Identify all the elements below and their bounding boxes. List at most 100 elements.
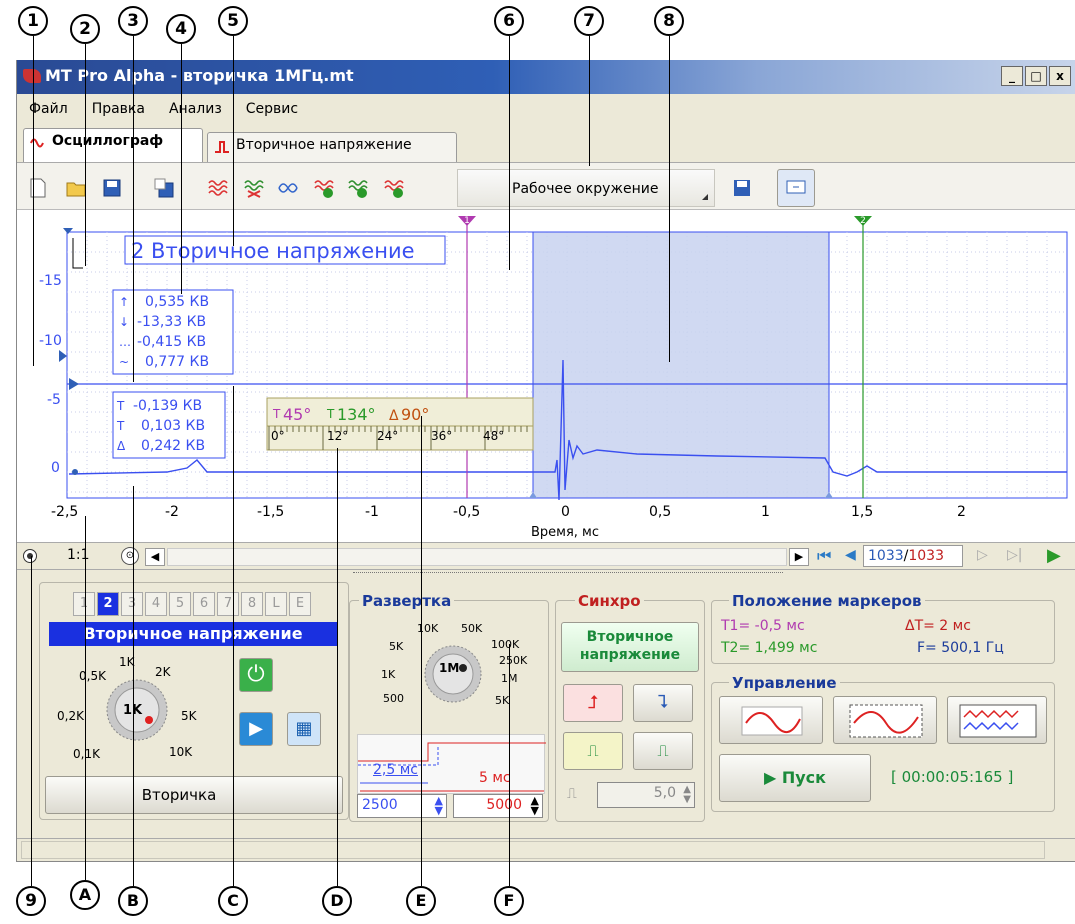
leader-line-3: [133, 36, 134, 382]
channel-tab-7[interactable]: 7: [217, 592, 239, 616]
channels-ok3-icon[interactable]: [383, 177, 405, 199]
app-window: MT Pro Alpha - вторичка 1МГц.mt _ □ x Фа…: [16, 60, 1075, 862]
sweep-value-1: 2500: [362, 797, 398, 813]
sine-wave-icon: [741, 706, 803, 736]
callout-4: 4: [166, 14, 196, 44]
pulse-trigger-icon: ⎍: [657, 741, 669, 760]
channel-tab-8[interactable]: 8: [241, 592, 263, 616]
workspace-dropdown[interactable]: Рабочее окружение: [457, 169, 715, 207]
power-button[interactable]: ⏻: [239, 658, 273, 692]
invert-button[interactable]: ▶: [239, 712, 273, 746]
knob-label: 10K: [169, 745, 193, 759]
channel-tab-4[interactable]: 4: [145, 592, 167, 616]
channel-tab-L[interactable]: L: [265, 592, 287, 616]
prev-frame-icon[interactable]: ◀: [845, 547, 856, 563]
callout-f: F: [494, 886, 524, 916]
lissajous-icon[interactable]: [277, 177, 299, 199]
menu-analysis[interactable]: Анализ: [169, 98, 222, 124]
menu-file[interactable]: Файл: [29, 98, 68, 124]
knob-label: 0,5K: [79, 669, 107, 683]
save-workspace-icon[interactable]: [731, 177, 753, 199]
play-icon[interactable]: ▶: [1047, 545, 1061, 566]
knob-label: 2K: [155, 665, 172, 679]
new-file-icon[interactable]: [27, 177, 49, 199]
run-button[interactable]: ▶ Пуск: [719, 754, 871, 802]
channel-preset-dropdown[interactable]: Вторичка: [45, 776, 343, 814]
single-wave-button[interactable]: [719, 696, 823, 744]
channel-tab-strip: 12345678LE: [73, 592, 311, 616]
spinner-icon[interactable]: ▲ ▼: [683, 785, 691, 805]
plot-canvas[interactable]: 1 2 -15 -10 -5 0 -2,5 -2 -1,5 -1 -0,5 0 …: [17, 210, 1075, 542]
sync-rising-button[interactable]: ⮥: [563, 684, 623, 722]
cursor-value-t2: 0,103 КВ: [141, 418, 205, 434]
next-frame-icon[interactable]: ▷: [977, 547, 988, 563]
leader-line-e: [421, 416, 422, 886]
leader-line-8: [669, 36, 670, 362]
sync-source-label: Вторичное напряжение: [579, 629, 681, 663]
play-icon: ▶: [763, 768, 782, 787]
tab-bar: Осциллограф Вторичное напряжение: [17, 128, 1075, 162]
menu-edit[interactable]: Правка: [92, 98, 145, 124]
x-tick-label: -1,5: [257, 504, 284, 520]
save-icon[interactable]: [101, 177, 123, 199]
tab-oscilloscope[interactable]: Осциллограф: [23, 128, 203, 162]
sync-source-dropdown[interactable]: Вторичное напряжение: [561, 622, 699, 672]
channel-tab-3[interactable]: 3: [121, 592, 143, 616]
sweep-value-1-field[interactable]: 2500 ▲ ▼: [357, 794, 447, 818]
knob-label: 5K: [389, 640, 404, 653]
channel-tab-5[interactable]: 5: [169, 592, 191, 616]
falling-edge-icon: ⮧: [657, 692, 669, 713]
zoom-fit-icon[interactable]: ⊙: [121, 547, 139, 565]
sync-level-field[interactable]: 5,0 ▲ ▼: [597, 782, 695, 808]
tab-oscilloscope-label: Осциллограф: [52, 133, 164, 149]
sync-falling-button[interactable]: ⮧: [633, 684, 693, 722]
scroll-right-icon[interactable]: ▶: [789, 548, 809, 566]
first-frame-icon[interactable]: ⏮: [817, 546, 831, 566]
spinner-icon[interactable]: ▲ ▼: [531, 795, 539, 816]
title-bar: MT Pro Alpha - вторичка 1МГц.mt _ □ x: [17, 60, 1075, 94]
splitter[interactable]: [353, 572, 783, 580]
calculator-icon: ▦: [295, 718, 313, 739]
maximize-button[interactable]: □: [1025, 66, 1047, 86]
minimize-button[interactable]: _: [1001, 66, 1023, 86]
continuous-wave-button[interactable]: [833, 696, 937, 744]
knob-label: 5K: [495, 694, 510, 707]
close-button[interactable]: x: [1049, 66, 1071, 86]
y-tick-label: -5: [47, 392, 61, 408]
save-as-icon[interactable]: [153, 177, 175, 199]
knob-label: 1K: [381, 668, 396, 681]
arrow-right-icon: ▶: [249, 718, 263, 739]
sweep-knob[interactable]: 10K 50K 5K 100K 250K 1K 1M 500 5K 1M: [353, 616, 547, 726]
knob-label: 0,1K: [73, 747, 101, 761]
leader-line-b: [133, 486, 134, 886]
radio-icon[interactable]: [23, 549, 37, 563]
horizontal-scrollbar[interactable]: [167, 548, 787, 566]
scroll-left-icon[interactable]: ◀: [145, 548, 165, 566]
channel-tab-1[interactable]: 1: [73, 592, 95, 616]
calculator-button[interactable]: ▦: [287, 712, 321, 746]
channel-tab-6[interactable]: 6: [193, 592, 215, 616]
last-frame-icon[interactable]: ▷|: [1007, 547, 1022, 563]
channels-ok-icon[interactable]: [313, 177, 335, 199]
channels-cross-icon[interactable]: [243, 177, 265, 199]
channels-ok2-icon[interactable]: [347, 177, 369, 199]
channels-wave-icon[interactable]: [207, 177, 229, 199]
open-folder-icon[interactable]: [65, 177, 87, 199]
tab-secondary-voltage[interactable]: Вторичное напряжение: [207, 132, 457, 162]
y-tick-label: 0: [51, 460, 60, 476]
channel-tab-2[interactable]: 2: [97, 592, 119, 616]
screen-capture-button[interactable]: [777, 169, 815, 207]
gain-knob[interactable]: 0,5K 1K 2K 0,2K 5K 0,1K 10K 1K: [49, 648, 239, 768]
channel-tab-E[interactable]: E: [289, 592, 311, 616]
menu-service[interactable]: Сервис: [246, 98, 298, 124]
sync-pulse-button[interactable]: ⎍: [633, 732, 693, 770]
leader-line-a: [85, 516, 86, 880]
oscillogram-plot[interactable]: 1 2 -15 -10 -5 0 -2,5 -2 -1,5 -1 -0,5 0 …: [17, 210, 1075, 542]
spinner-icon[interactable]: ▲ ▼: [435, 795, 443, 816]
sweep-value-2-field[interactable]: 5000 ▲ ▼: [453, 794, 543, 818]
offset-arrow-icon[interactable]: [59, 350, 67, 362]
sync-window-button[interactable]: ⎍: [563, 732, 623, 770]
selection-region[interactable]: [532, 231, 830, 499]
multi-wave-button[interactable]: [947, 696, 1047, 744]
multi-wave-icon: [959, 704, 1037, 738]
